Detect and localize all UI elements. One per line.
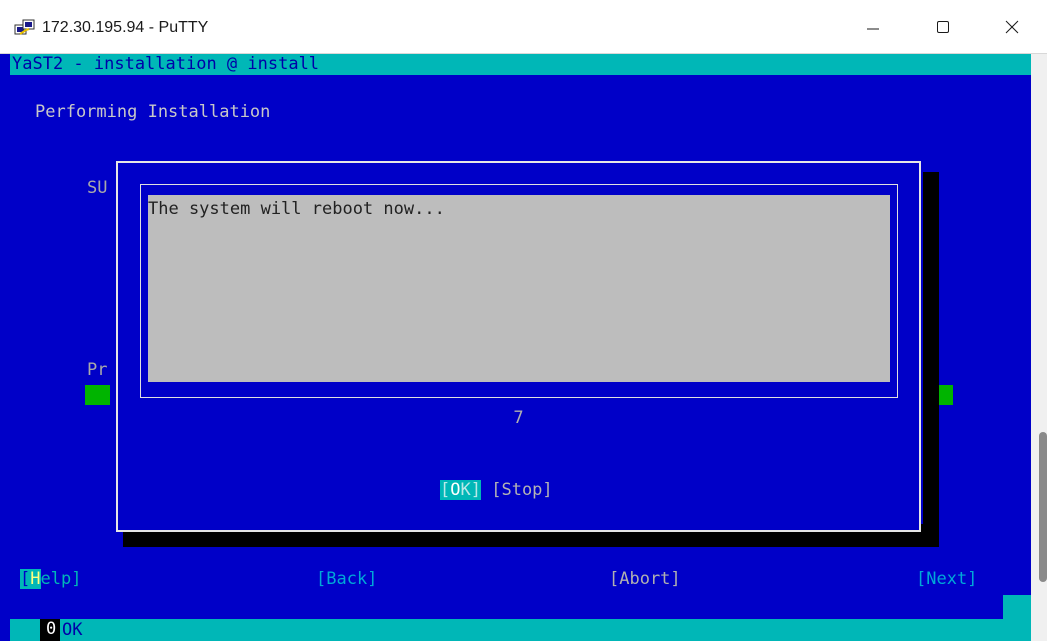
scrollbar-thumb[interactable] [1039,432,1047,582]
background-text-su: SU [87,178,108,198]
stop-button[interactable]: [Stop] [491,480,552,500]
help-button[interactable]: [Help] [20,569,81,589]
status-code: 0 [40,619,60,641]
minimize-button[interactable] [838,0,908,54]
back-button[interactable]: [Back] [316,569,377,589]
status-bar: 0 OK [10,619,1031,641]
message-frame: The system will reboot now... [140,184,898,398]
status-text: OK [62,620,83,640]
terminal-corner-block [1003,595,1031,641]
progress-bar-right [938,385,953,405]
page-heading: Performing Installation [35,102,271,122]
close-button[interactable] [977,0,1047,54]
reboot-dialog: The system will reboot now... 7 [OK] [St… [116,161,921,532]
close-icon [1005,20,1019,34]
background-text-pr: Pr [87,360,108,380]
ok-button[interactable]: [OK] [440,480,481,500]
maximize-button[interactable] [908,0,978,54]
window-title: 172.30.195.94 - PuTTY [42,19,209,36]
maximize-icon [937,21,949,33]
minimize-icon [867,28,879,30]
yast-header: YaST2 - installation @ install [10,54,1031,75]
next-button[interactable]: [Next] [916,569,977,589]
message-box: The system will reboot now... [148,195,890,382]
dialog-shadow-right [923,172,939,547]
dialog-buttons: [OK] [Stop] [440,480,553,500]
putty-icon [14,19,35,35]
terminal-area[interactable]: YaST2 - installation @ install Performin… [10,54,1031,641]
abort-button[interactable]: [Abort] [609,569,681,589]
title-bar: 172.30.195.94 - PuTTY [0,0,1047,54]
countdown-value: 7 [513,408,524,428]
progress-bar-left [85,385,110,405]
